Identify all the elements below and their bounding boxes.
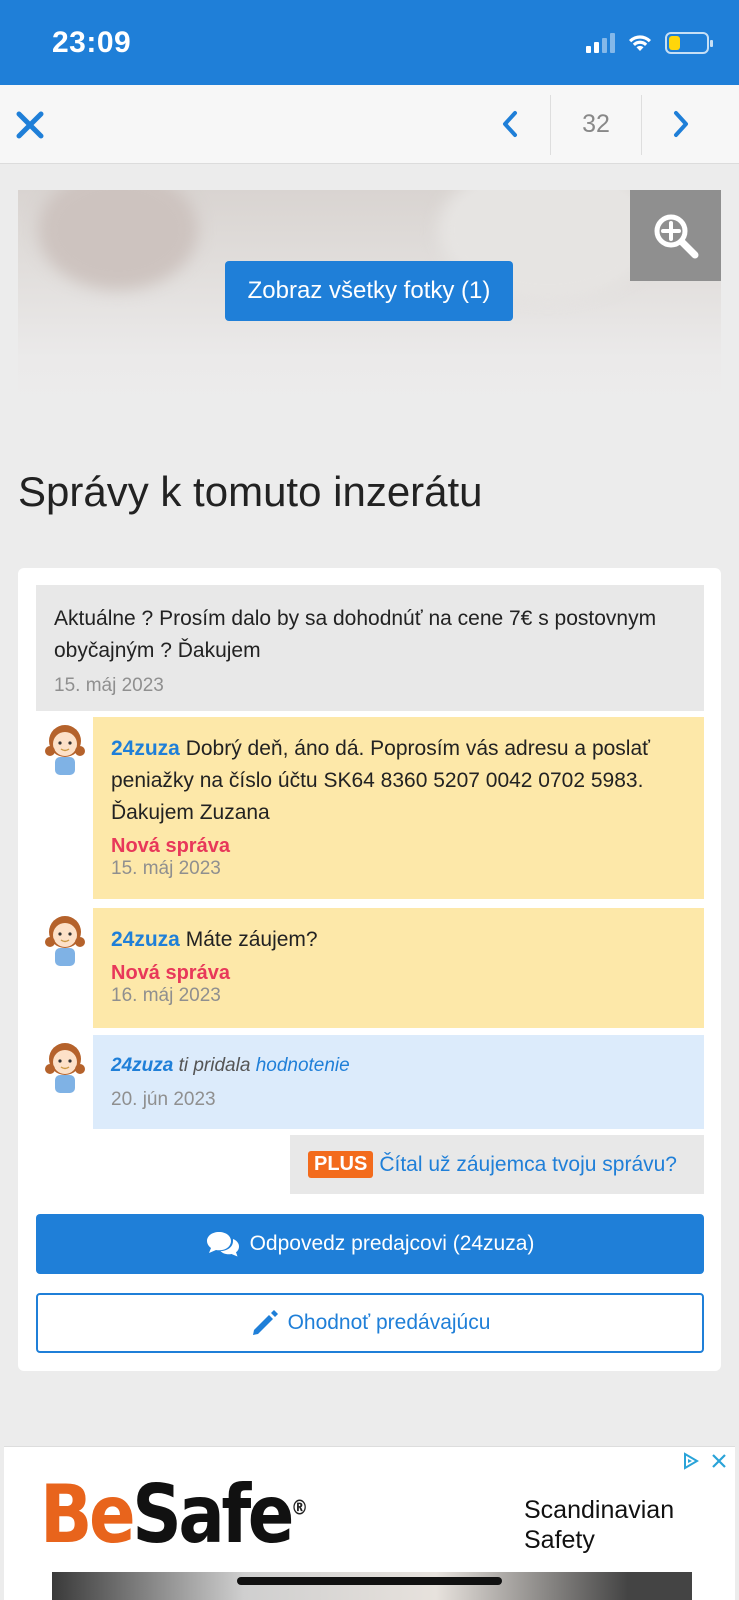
rating-text: 24zuza ti pridala hodnotenie [111,1051,686,1081]
cellular-signal-icon [586,33,615,53]
new-message-label: Nová správa [111,962,230,984]
besafe-logo: BeSafe® [40,1468,309,1561]
message-date: 15. máj 2023 [54,675,164,696]
previous-button[interactable] [490,105,530,143]
girl-avatar-icon [45,916,85,966]
girl-avatar-icon [45,725,85,775]
page-title: Správy k tomuto inzerátu [18,468,483,515]
rating-notice: 24zuza ti pridala hodnotenie 20. jún 202… [93,1035,704,1129]
message-date: 16. máj 2023 [111,985,221,1006]
chevron-left-icon [503,111,517,137]
plus-link[interactable]: Čítal už záujemca tvoju správu? [379,1153,677,1177]
zoom-button[interactable] [630,190,721,281]
zoom-in-icon [654,214,698,258]
message-date: 15. máj 2023 [111,858,221,879]
navigation-bar: 32 [0,85,739,164]
messages-card: Aktuálne ? Prosím dalo by sa dohodnúť na… [18,568,721,1371]
ad-photo[interactable]: Zobraz všetky fotky (1) [18,190,721,406]
message-body: Dobrý deň, áno dá. Poprosím vás adresu a… [111,737,651,824]
close-icon [16,111,44,139]
message-text: 24zuza Máte záujem? [111,924,686,956]
own-message: Aktuálne ? Prosím dalo by sa dohodnúť na… [36,585,704,711]
status-bar: 23:09 [0,0,739,85]
new-message-label: Nová správa [111,835,230,857]
username-link[interactable]: 24zuza [111,737,180,760]
message-text: Aktuálne ? Prosím dalo by sa dohodnúť na… [54,607,657,662]
show-all-photos-button[interactable]: Zobraz všetky fotky (1) [225,261,513,321]
status-icons [586,32,713,54]
photo-blur [38,190,198,290]
reply-button-label: Odpovedz predajcovi (24zuza) [249,1232,535,1255]
message-date: 20. jún 2023 [111,1089,216,1110]
chevron-right-icon [674,111,688,137]
status-time: 23:09 [52,26,132,59]
home-indicator [237,1577,502,1585]
avatar [36,1035,94,1093]
rating-link[interactable]: hodnotenie [256,1055,350,1076]
message-body: Máte záujem? [179,928,318,951]
next-button[interactable] [661,105,701,143]
battery-icon [665,32,713,54]
girl-avatar-icon [45,1043,85,1093]
battery-fill [669,36,680,50]
reply-message: 24zuza Máte záujem? Nová správa 16. máj … [93,908,704,1028]
reply-message: 24zuza Dobrý deň, áno dá. Poprosím vás a… [93,717,704,899]
avatar [36,908,94,966]
ad-tagline-line: Safety [524,1526,595,1554]
ad-tagline: Scandinavian Safety [524,1495,674,1555]
divider [641,95,642,155]
username-link[interactable]: 24zuza [111,1055,173,1076]
reply-to-seller-button[interactable]: Odpovedz predajcovi (24zuza) [36,1214,704,1274]
ad-choices-icon[interactable] [679,1449,703,1473]
ad-controls [679,1449,731,1473]
pencil-icon [252,1310,278,1335]
plus-badge: PLUS [308,1151,374,1178]
username-link[interactable]: 24zuza [111,928,180,951]
rate-button-label: Ohodnoť predávajúcu [287,1311,491,1334]
ad-tagline-line: Scandinavian [524,1496,675,1524]
ad-close-icon[interactable] [707,1449,731,1473]
divider [550,95,551,155]
wifi-icon [629,35,651,51]
chat-bubbles-icon [206,1232,239,1257]
rating-body: ti pridala [173,1055,256,1076]
avatar [36,717,94,775]
rate-seller-button[interactable]: Ohodnoť predávajúcu [36,1293,704,1353]
ad-counter: 32 [582,110,610,138]
message-text: 24zuza Dobrý deň, áno dá. Poprosím vás a… [111,733,686,829]
plus-read-receipt[interactable]: PLUS Čítal už záujemca tvoju správu? [290,1135,704,1194]
close-button[interactable] [14,105,46,141]
